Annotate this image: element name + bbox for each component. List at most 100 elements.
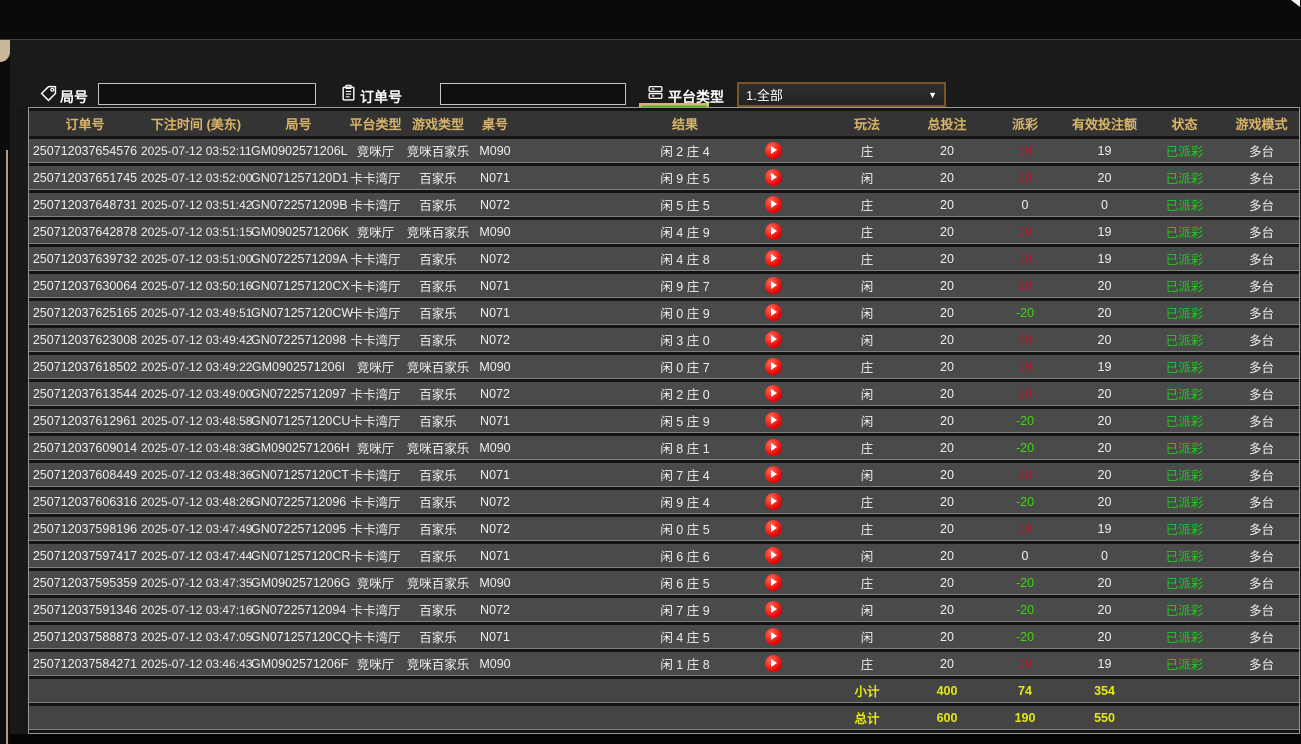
- total-bet-cell: 20: [908, 274, 986, 298]
- window-corner-artifact: [1291, 0, 1300, 7]
- play-replay-button[interactable]: [765, 169, 782, 186]
- round-id-cell: GM0902571206L: [251, 139, 348, 163]
- bet-record-row: 250712037654576 2025-07-12 03:52:11 GM09…: [29, 139, 1299, 163]
- bet-time-cell: 2025-07-12 03:52:00: [141, 166, 252, 190]
- play-replay-button[interactable]: [765, 142, 782, 159]
- total-bet-cell: 20: [908, 328, 986, 352]
- platform-cell: 竞咪厅: [346, 571, 405, 595]
- play-replay-button[interactable]: [765, 520, 782, 537]
- payout-cell: 0: [986, 193, 1064, 217]
- round-id-cell: GM0902571206F: [251, 652, 348, 676]
- bet-record-row: 250712037630064 2025-07-12 03:50:16 GN07…: [29, 274, 1299, 298]
- result-cell: 闲 8 庄 1: [519, 436, 746, 460]
- total-bet-cell: 20: [908, 463, 986, 487]
- result-cell: 闲 2 庄 0: [519, 382, 746, 406]
- table-no-cell: N071: [471, 301, 519, 325]
- status-cell: 已派彩: [1145, 598, 1224, 622]
- payout-cell: 19: [986, 517, 1064, 541]
- game-mode-cell: 多台: [1224, 652, 1299, 676]
- payout-cell: -20: [986, 301, 1064, 325]
- round-id-cell: GN071257120D1: [251, 166, 348, 190]
- order-id-cell: 250712037648731: [29, 193, 141, 217]
- result-cell: 闲 4 庄 8: [519, 247, 746, 271]
- game-mode-cell: 多台: [1224, 328, 1299, 352]
- platform-cell: 卡卡湾厅: [346, 625, 405, 649]
- platform-selected-value: 1.全部: [746, 88, 783, 103]
- order-input[interactable]: [440, 83, 626, 105]
- play-replay-button[interactable]: [765, 250, 782, 267]
- play-replay-button[interactable]: [765, 277, 782, 294]
- play-replay-button[interactable]: [765, 412, 782, 429]
- replay-cell: [746, 274, 801, 298]
- valid-bet-cell: 19: [1064, 247, 1145, 271]
- grandtotal-row: 总计 600 190 550: [29, 706, 1299, 730]
- table-no-cell: N071: [471, 166, 519, 190]
- platform-cell: 竞咪厅: [346, 139, 405, 163]
- subtotal-label: 小计: [801, 679, 908, 703]
- play-replay-button[interactable]: [765, 574, 782, 591]
- payout-cell: -20: [986, 436, 1064, 460]
- bet-record-row: 250712037642878 2025-07-12 03:51:15 GM09…: [29, 220, 1299, 244]
- play-replay-button[interactable]: [765, 466, 782, 483]
- platform-cell: 卡卡湾厅: [346, 463, 405, 487]
- subtotal-valid-bet: 354: [1064, 679, 1145, 703]
- replay-cell: [746, 166, 801, 190]
- round-input[interactable]: [98, 83, 316, 105]
- play-replay-button[interactable]: [765, 439, 782, 456]
- valid-bet-cell: 19: [1064, 652, 1145, 676]
- replay-cell: [746, 652, 801, 676]
- result-cell: 闲 0 庄 5: [519, 517, 746, 541]
- play-replay-button[interactable]: [765, 655, 782, 672]
- platform-cell: 卡卡湾厅: [346, 598, 405, 622]
- game-mode-cell: 多台: [1224, 193, 1299, 217]
- play-replay-button[interactable]: [765, 358, 782, 375]
- bet-record-row: 250712037591346 2025-07-12 03:47:16 GN07…: [29, 598, 1299, 622]
- play-replay-button[interactable]: [765, 331, 782, 348]
- game-type-cell: 百家乐: [405, 490, 471, 514]
- tag-icon: [40, 85, 57, 102]
- game-type-cell: 百家乐: [405, 409, 471, 433]
- result-cell: 闲 9 庄 4: [519, 490, 746, 514]
- replay-cell: [746, 517, 801, 541]
- play-replay-button[interactable]: [765, 385, 782, 402]
- game-mode-cell: 多台: [1224, 382, 1299, 406]
- replay-cell: [746, 463, 801, 487]
- payout-cell: -20: [986, 490, 1064, 514]
- valid-bet-cell: 20: [1064, 301, 1145, 325]
- play-replay-button[interactable]: [765, 601, 782, 618]
- play-replay-button[interactable]: [765, 628, 782, 645]
- bet-type-cell: 闲: [801, 382, 908, 406]
- total-bet-cell: 20: [908, 544, 986, 568]
- header-platform: 平台类型: [346, 111, 405, 136]
- bet-type-cell: 庄: [801, 490, 908, 514]
- status-cell: 已派彩: [1145, 436, 1224, 460]
- replay-cell: [746, 301, 801, 325]
- table-no-cell: N072: [471, 382, 519, 406]
- result-cell: 闲 7 庄 4: [519, 463, 746, 487]
- game-type-cell: 百家乐: [405, 598, 471, 622]
- header-table: 桌号: [471, 111, 519, 136]
- result-cell: 闲 0 庄 9: [519, 301, 746, 325]
- play-replay-button[interactable]: [765, 196, 782, 213]
- payout-cell: 19: [986, 355, 1064, 379]
- play-replay-button[interactable]: [765, 223, 782, 240]
- valid-bet-cell: 20: [1064, 571, 1145, 595]
- payout-cell: -20: [986, 571, 1064, 595]
- total-bet-cell: 20: [908, 139, 986, 163]
- game-mode-cell: 多台: [1224, 517, 1299, 541]
- platform-select[interactable]: 1.全部 ▼: [737, 82, 946, 107]
- play-replay-button[interactable]: [765, 547, 782, 564]
- table-no-cell: N072: [471, 328, 519, 352]
- play-replay-button[interactable]: [765, 304, 782, 321]
- payout-cell: -20: [986, 625, 1064, 649]
- play-replay-button[interactable]: [765, 493, 782, 510]
- total-bet-cell: 20: [908, 652, 986, 676]
- bet-record-row: 250712037584271 2025-07-12 03:46:43 GM09…: [29, 652, 1299, 676]
- platform-cell: 竞咪厅: [346, 436, 405, 460]
- status-cell: 已派彩: [1145, 517, 1224, 541]
- platform-cell: 卡卡湾厅: [346, 544, 405, 568]
- game-mode-cell: 多台: [1224, 301, 1299, 325]
- platform-cell: 卡卡湾厅: [346, 490, 405, 514]
- round-id-cell: GM0902571206K: [251, 220, 349, 244]
- game-type-cell: 竞咪百家乐: [405, 436, 471, 460]
